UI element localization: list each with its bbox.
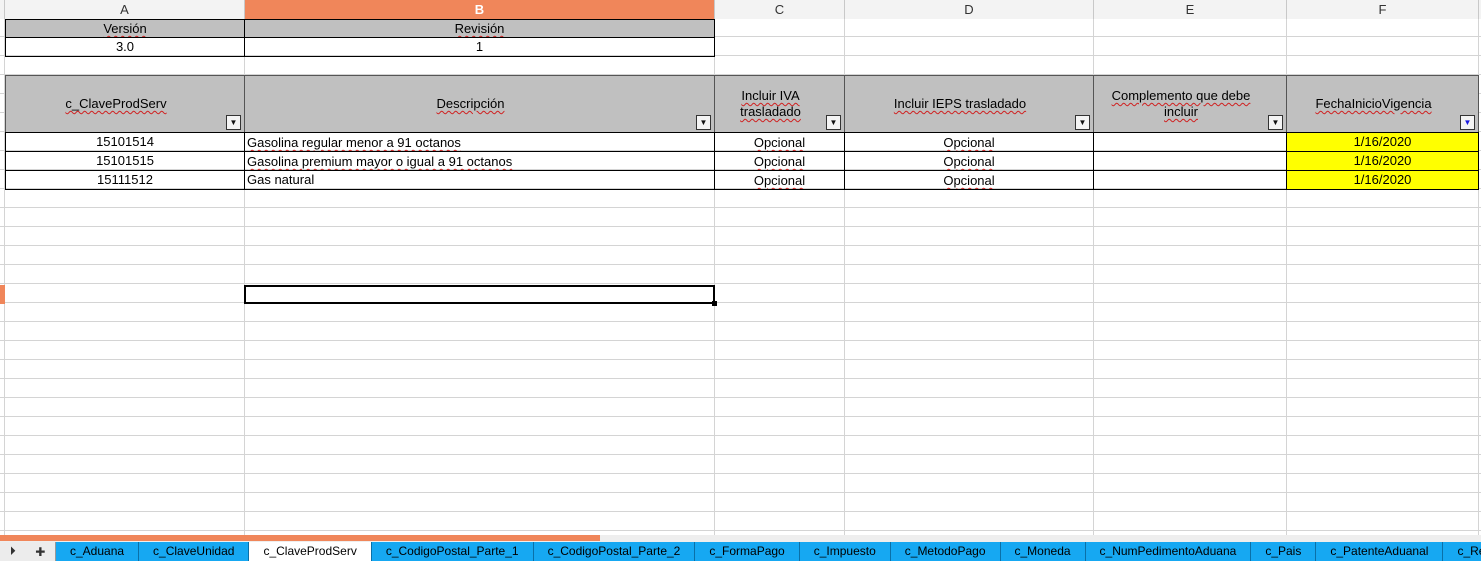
column-header-bar: A B C D E F: [0, 0, 1481, 20]
cell-ieps[interactable]: Opcional: [844, 170, 1094, 190]
cell-complemento[interactable]: [1093, 151, 1287, 171]
sheet-tab[interactable]: c_CodigoPostal_Parte_1: [371, 542, 534, 561]
ieps-text: Opcional: [943, 135, 995, 150]
iva-text: Opcional: [753, 135, 806, 150]
header-label: FechaInicioVigencia: [1315, 96, 1432, 111]
cell-ieps[interactable]: Opcional: [844, 132, 1094, 152]
column-header-f[interactable]: F: [1287, 0, 1479, 19]
sheet-tab[interactable]: c_Moneda: [1000, 542, 1086, 561]
sheet-tab[interactable]: c_Impuesto: [799, 542, 891, 561]
sheet-tab-bar: ⏵ ✚ c_Aduana c_ClaveUnidad c_ClaveProdSe…: [0, 542, 1481, 561]
header-descripcion[interactable]: Descripción ▼: [244, 75, 715, 133]
header-incluir-ieps[interactable]: Incluir IEPS trasladado ▼: [844, 75, 1094, 133]
column-header-a[interactable]: A: [5, 0, 245, 19]
fill-handle[interactable]: [712, 301, 717, 306]
revision-label: Revisión: [454, 21, 505, 36]
cell-descripcion[interactable]: Gasolina premium mayor o igual a 91 octa…: [244, 151, 715, 171]
header-complemento[interactable]: Complemento que debe incluir ▼: [1093, 75, 1287, 133]
active-row-marker: [0, 285, 5, 304]
cell-fecha[interactable]: 1/16/2020: [1286, 132, 1479, 152]
header-label: Complemento que debe incluir: [1111, 88, 1251, 119]
revision-value-cell[interactable]: 1: [244, 37, 715, 57]
iva-text: Opcional: [753, 154, 806, 169]
header-label: Incluir IVA trasladado: [740, 88, 801, 119]
last-sheet-icon[interactable]: ⏵: [10, 544, 16, 559]
version-label-cell[interactable]: Versión: [5, 19, 245, 38]
cell-iva[interactable]: Opcional: [714, 151, 845, 171]
cell-complemento[interactable]: [1093, 132, 1287, 152]
sheet-tab[interactable]: c_Pais: [1251, 542, 1317, 561]
tab-navigation: ⏵ ✚: [0, 542, 56, 561]
header-label: Descripción: [436, 96, 505, 111]
header-fecha-inicio-vigencia[interactable]: FechaInicioVigencia ▼: [1286, 75, 1479, 133]
revision-label-cell[interactable]: Revisión: [244, 19, 715, 38]
column-header-d[interactable]: D: [845, 0, 1094, 19]
cell-clave[interactable]: 15101514: [5, 132, 245, 152]
filter-dropdown-icon[interactable]: ▼: [1075, 115, 1090, 130]
header-clave-prod-serv[interactable]: c_ClaveProdServ ▼: [5, 75, 245, 133]
ieps-text: Opcional: [943, 173, 995, 188]
header-label: c_ClaveProdServ: [65, 96, 167, 111]
cell-fecha[interactable]: 1/16/2020: [1286, 151, 1479, 171]
add-sheet-icon[interactable]: ✚: [35, 545, 45, 559]
sheet-tab[interactable]: c_NumPedimentoAduana: [1085, 542, 1252, 561]
sheet-tab-active[interactable]: c_ClaveProdServ: [249, 542, 372, 561]
descripcion-text: Gasolina premium mayor o igual a 91 octa…: [247, 154, 513, 169]
column-header-b[interactable]: B: [245, 0, 715, 19]
filter-dropdown-icon[interactable]: ▼: [226, 115, 241, 130]
cell-descripcion[interactable]: Gas natural: [244, 170, 715, 190]
sheet-tab[interactable]: c_ClaveUnidad: [139, 542, 250, 561]
iva-text: Opcional: [753, 173, 806, 188]
filter-dropdown-icon[interactable]: ▼: [826, 115, 841, 130]
cell-clave[interactable]: 15101515: [5, 151, 245, 171]
header-label: Incluir IEPS trasladado: [893, 96, 1027, 111]
cell-iva[interactable]: Opcional: [714, 170, 845, 190]
sheet-tab[interactable]: c_PatenteAduanal: [1316, 542, 1444, 561]
horizontal-scrollbar-thumb[interactable]: [0, 535, 600, 541]
column-header-c[interactable]: C: [715, 0, 845, 19]
cell-complemento[interactable]: [1093, 170, 1287, 190]
filter-active-icon[interactable]: ▼: [1460, 115, 1475, 130]
header-incluir-iva[interactable]: Incluir IVA trasladado ▼: [714, 75, 845, 133]
cell-ieps[interactable]: Opcional: [844, 151, 1094, 171]
descripcion-text: Gasolina regular menor a 91 octanos: [247, 135, 461, 150]
column-header-e[interactable]: E: [1094, 0, 1287, 19]
sheet-tab[interactable]: c_Aduana: [56, 542, 140, 561]
cell-descripcion[interactable]: Gasolina regular menor a 91 octanos: [244, 132, 715, 152]
version-value-cell[interactable]: 3.0: [5, 37, 245, 57]
selected-cell-cursor[interactable]: [244, 285, 715, 304]
ieps-text: Opcional: [943, 154, 995, 169]
version-label: Versión: [103, 21, 147, 36]
sheet-tab[interactable]: c_CodigoPostal_Parte_2: [533, 542, 696, 561]
sheet-tab[interactable]: c_FormaPago: [695, 542, 800, 561]
filter-dropdown-icon[interactable]: ▼: [1268, 115, 1283, 130]
cell-fecha[interactable]: 1/16/2020: [1286, 170, 1479, 190]
sheet-tab[interactable]: c_MetodoPago: [890, 542, 1001, 561]
spreadsheet: A B C D E F Versión Revisión 3.0 1 c_Cla…: [0, 0, 1481, 561]
cell-iva[interactable]: Opcional: [714, 132, 845, 152]
cell-clave[interactable]: 15111512: [5, 170, 245, 190]
sheet-tab[interactable]: c_Regim: [1443, 542, 1481, 561]
filter-dropdown-icon[interactable]: ▼: [696, 115, 711, 130]
